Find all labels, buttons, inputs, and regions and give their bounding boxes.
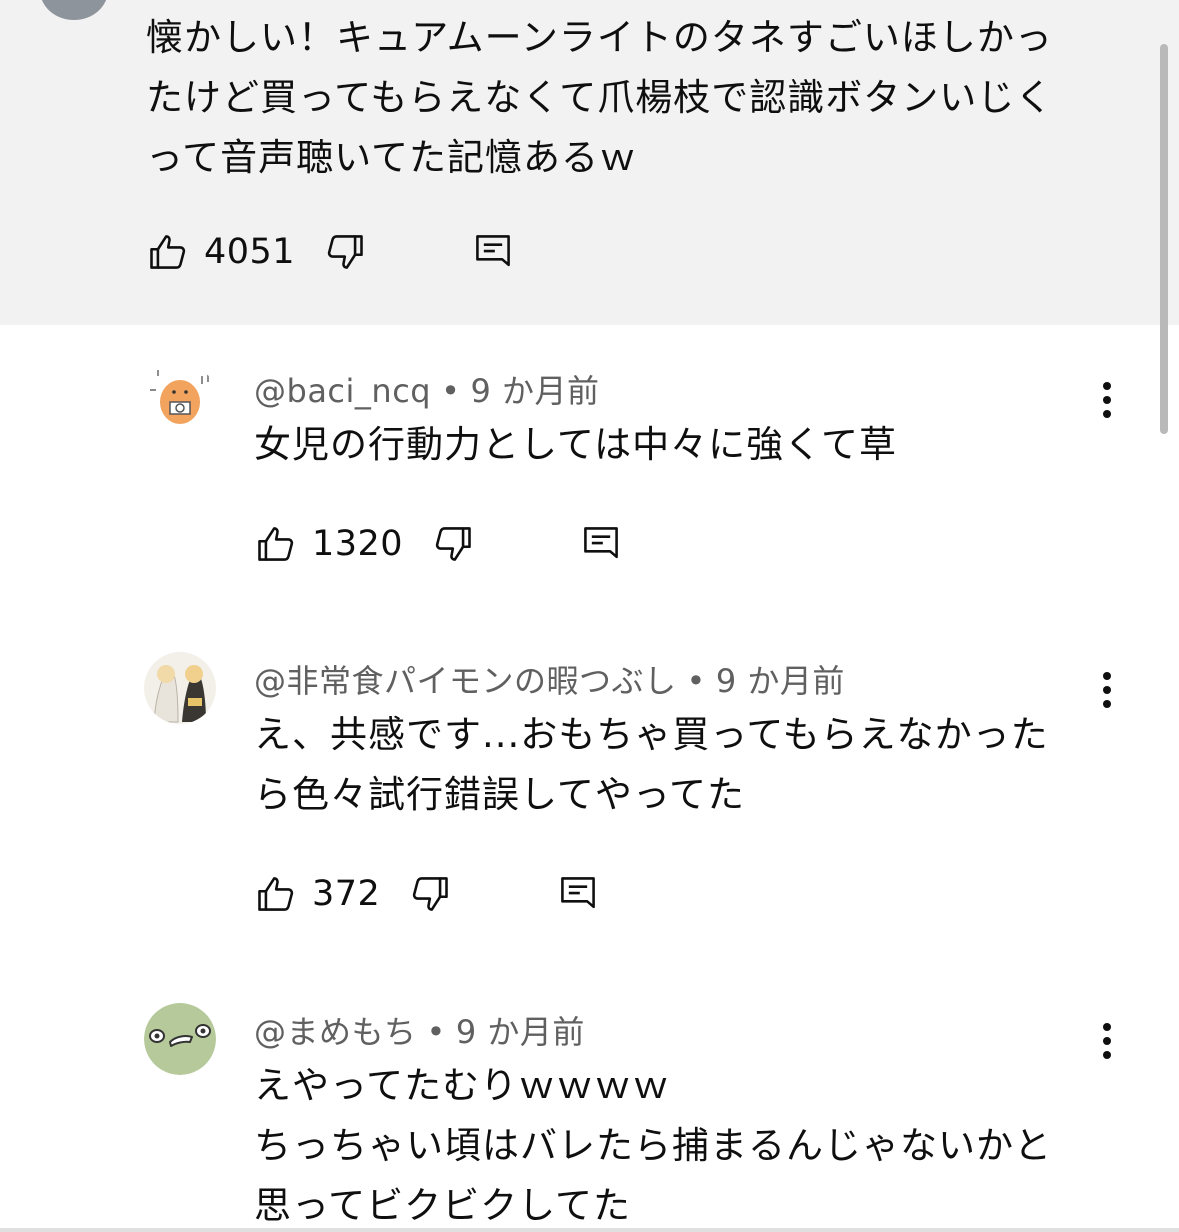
comment-author[interactable]: @非常食パイモンの暇つぶし (254, 662, 677, 700)
reply-comment-icon[interactable] (556, 872, 600, 916)
comment-meta: @非常食パイモンの暇つぶし • 9 か月前 (254, 656, 845, 702)
comment-text-line: え、共感です...おもちゃ買ってもらえなかった (254, 713, 1049, 756)
thumbs-up-icon[interactable] (254, 522, 298, 566)
avatar[interactable] (144, 1003, 216, 1075)
comment-text: え、共感です...おもちゃ買ってもらえなかった ら色々試行錯誤してやってた (254, 705, 1094, 825)
comment-actions: 372 (254, 869, 600, 919)
meta-separator: • (426, 1013, 446, 1051)
more-vert-icon[interactable] (1090, 378, 1124, 422)
comment-text-line: 女児の行動力としては中々に強くて草 (254, 423, 898, 466)
comment-text: えやってたむりｗｗｗｗ ちっちゃい頃はバレたら捕まるんじゃないかと 思ってビクビ… (254, 1056, 1094, 1232)
like-count: 372 (312, 874, 381, 914)
thumbs-down-icon[interactable] (431, 522, 475, 566)
comment-text-line: たけど買ってもらえなくて爪楊枝で認識ボタンいじく (146, 76, 1054, 119)
comment-time: 9 か月前 (455, 1013, 585, 1051)
comment-actions: 1320 (254, 519, 623, 569)
highlighted-comment: 懐かしい！キュアムーンライトのタネすごいほしかっ たけど買ってもらえなくて爪楊枝… (0, 0, 1179, 325)
comment-text: 女児の行動力としては中々に強くて草 (254, 415, 1094, 475)
avatar[interactable] (144, 362, 216, 434)
comment-author[interactable]: @baci_ncq (254, 372, 431, 410)
reply-comment-icon[interactable] (471, 230, 515, 274)
meta-separator: • (441, 372, 461, 410)
comment-text-line: えやってたむりｗｗｗｗ (254, 1064, 671, 1107)
avatar[interactable] (40, 0, 108, 20)
comment-text-line: ちっちゃい頃はバレたら捕まるんじゃないかと (254, 1124, 1052, 1167)
comment-time: 9 か月前 (470, 372, 600, 410)
like-count: 4051 (204, 232, 296, 272)
comment-meta: @baci_ncq • 9 か月前 (254, 366, 600, 412)
meta-separator: • (686, 662, 706, 700)
thumbs-down-icon[interactable] (408, 872, 452, 916)
thumbs-up-icon[interactable] (254, 872, 298, 916)
reply-comment-icon[interactable] (579, 522, 623, 566)
scrollbar[interactable] (1160, 44, 1168, 434)
like-count: 1320 (312, 524, 404, 564)
comment-text-line: ら色々試行錯誤してやってた (254, 773, 746, 816)
comment-text-line: 思ってビクビクしてた (254, 1184, 632, 1227)
divider (0, 1228, 1179, 1232)
more-vert-icon[interactable] (1090, 668, 1124, 712)
thumbs-down-icon[interactable] (323, 230, 367, 274)
comment-author[interactable]: @まめもち (254, 1013, 417, 1051)
more-vert-icon[interactable] (1090, 1019, 1124, 1063)
comment-text: 懐かしい！キュアムーンライトのタネすごいほしかっ たけど買ってもらえなくて爪楊枝… (146, 8, 1106, 188)
thumbs-up-icon[interactable] (146, 230, 190, 274)
comment-meta: @まめもち • 9 か月前 (254, 1007, 585, 1053)
comment-text-line: って音声聴いてた記憶あるｗ (146, 136, 638, 179)
comment-actions: 4051 (146, 227, 515, 277)
avatar[interactable] (144, 652, 216, 724)
comment-text-line: 懐かしい！キュアムーンライトのタネすごいほしかっ (146, 16, 1053, 59)
comment-time: 9 か月前 (715, 662, 845, 700)
